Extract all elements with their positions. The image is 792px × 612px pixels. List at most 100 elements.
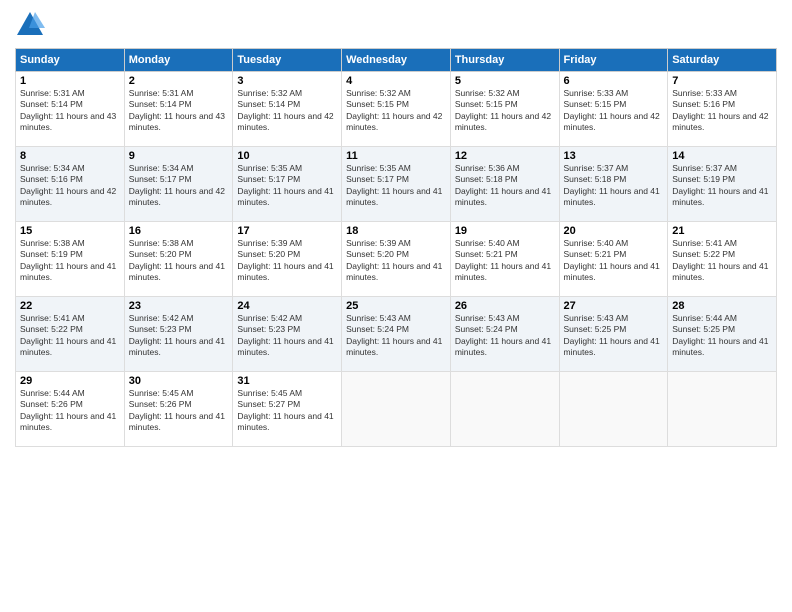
day-info: Sunrise: 5:38 AMSunset: 5:20 PMDaylight:… bbox=[129, 238, 225, 282]
day-number: 25 bbox=[346, 300, 446, 312]
calendar-day-cell: 13 Sunrise: 5:37 AMSunset: 5:18 PMDaylig… bbox=[559, 147, 668, 222]
calendar-table: SundayMondayTuesdayWednesdayThursdayFrid… bbox=[15, 48, 777, 447]
weekday-header-cell: Friday bbox=[559, 49, 668, 72]
day-number: 28 bbox=[672, 300, 772, 312]
calendar-day-cell: 7 Sunrise: 5:33 AMSunset: 5:16 PMDayligh… bbox=[668, 72, 777, 147]
calendar-day-cell: 11 Sunrise: 5:35 AMSunset: 5:17 PMDaylig… bbox=[342, 147, 451, 222]
calendar-day-cell: 1 Sunrise: 5:31 AMSunset: 5:14 PMDayligh… bbox=[16, 72, 125, 147]
day-info: Sunrise: 5:43 AMSunset: 5:25 PMDaylight:… bbox=[564, 313, 660, 357]
day-info: Sunrise: 5:38 AMSunset: 5:19 PMDaylight:… bbox=[20, 238, 116, 282]
day-number: 1 bbox=[20, 75, 120, 87]
calendar-day-cell: 21 Sunrise: 5:41 AMSunset: 5:22 PMDaylig… bbox=[668, 222, 777, 297]
day-info: Sunrise: 5:34 AMSunset: 5:16 PMDaylight:… bbox=[20, 163, 116, 207]
day-info: Sunrise: 5:44 AMSunset: 5:25 PMDaylight:… bbox=[672, 313, 768, 357]
day-number: 14 bbox=[672, 150, 772, 162]
day-info: Sunrise: 5:33 AMSunset: 5:16 PMDaylight:… bbox=[672, 88, 768, 132]
day-number: 29 bbox=[20, 375, 120, 387]
calendar-day-cell: 19 Sunrise: 5:40 AMSunset: 5:21 PMDaylig… bbox=[450, 222, 559, 297]
weekday-header-row: SundayMondayTuesdayWednesdayThursdayFrid… bbox=[16, 49, 777, 72]
day-number: 4 bbox=[346, 75, 446, 87]
calendar-body: 1 Sunrise: 5:31 AMSunset: 5:14 PMDayligh… bbox=[16, 72, 777, 447]
day-number: 13 bbox=[564, 150, 664, 162]
calendar-day-cell bbox=[668, 372, 777, 447]
calendar-week-row: 29 Sunrise: 5:44 AMSunset: 5:26 PMDaylig… bbox=[16, 372, 777, 447]
day-info: Sunrise: 5:41 AMSunset: 5:22 PMDaylight:… bbox=[672, 238, 768, 282]
day-number: 12 bbox=[455, 150, 555, 162]
day-number: 2 bbox=[129, 75, 229, 87]
calendar-day-cell: 2 Sunrise: 5:31 AMSunset: 5:14 PMDayligh… bbox=[124, 72, 233, 147]
calendar-day-cell: 16 Sunrise: 5:38 AMSunset: 5:20 PMDaylig… bbox=[124, 222, 233, 297]
day-info: Sunrise: 5:42 AMSunset: 5:23 PMDaylight:… bbox=[129, 313, 225, 357]
day-info: Sunrise: 5:31 AMSunset: 5:14 PMDaylight:… bbox=[129, 88, 225, 132]
calendar-day-cell: 29 Sunrise: 5:44 AMSunset: 5:26 PMDaylig… bbox=[16, 372, 125, 447]
weekday-header-cell: Saturday bbox=[668, 49, 777, 72]
calendar-day-cell bbox=[559, 372, 668, 447]
day-info: Sunrise: 5:35 AMSunset: 5:17 PMDaylight:… bbox=[346, 163, 442, 207]
weekday-header-cell: Wednesday bbox=[342, 49, 451, 72]
day-number: 9 bbox=[129, 150, 229, 162]
day-info: Sunrise: 5:32 AMSunset: 5:15 PMDaylight:… bbox=[346, 88, 442, 132]
day-info: Sunrise: 5:43 AMSunset: 5:24 PMDaylight:… bbox=[346, 313, 442, 357]
calendar-day-cell: 27 Sunrise: 5:43 AMSunset: 5:25 PMDaylig… bbox=[559, 297, 668, 372]
calendar-day-cell: 12 Sunrise: 5:36 AMSunset: 5:18 PMDaylig… bbox=[450, 147, 559, 222]
calendar-day-cell: 20 Sunrise: 5:40 AMSunset: 5:21 PMDaylig… bbox=[559, 222, 668, 297]
day-number: 16 bbox=[129, 225, 229, 237]
day-number: 7 bbox=[672, 75, 772, 87]
calendar-day-cell bbox=[450, 372, 559, 447]
weekday-header-cell: Sunday bbox=[16, 49, 125, 72]
day-info: Sunrise: 5:41 AMSunset: 5:22 PMDaylight:… bbox=[20, 313, 116, 357]
calendar-week-row: 1 Sunrise: 5:31 AMSunset: 5:14 PMDayligh… bbox=[16, 72, 777, 147]
day-number: 31 bbox=[237, 375, 337, 387]
day-info: Sunrise: 5:36 AMSunset: 5:18 PMDaylight:… bbox=[455, 163, 551, 207]
day-info: Sunrise: 5:45 AMSunset: 5:27 PMDaylight:… bbox=[237, 388, 333, 432]
day-number: 3 bbox=[237, 75, 337, 87]
calendar-week-row: 22 Sunrise: 5:41 AMSunset: 5:22 PMDaylig… bbox=[16, 297, 777, 372]
calendar-day-cell: 17 Sunrise: 5:39 AMSunset: 5:20 PMDaylig… bbox=[233, 222, 342, 297]
day-number: 22 bbox=[20, 300, 120, 312]
calendar-day-cell: 3 Sunrise: 5:32 AMSunset: 5:14 PMDayligh… bbox=[233, 72, 342, 147]
calendar-day-cell: 25 Sunrise: 5:43 AMSunset: 5:24 PMDaylig… bbox=[342, 297, 451, 372]
day-number: 19 bbox=[455, 225, 555, 237]
calendar-day-cell: 9 Sunrise: 5:34 AMSunset: 5:17 PMDayligh… bbox=[124, 147, 233, 222]
calendar-week-row: 8 Sunrise: 5:34 AMSunset: 5:16 PMDayligh… bbox=[16, 147, 777, 222]
calendar-day-cell: 4 Sunrise: 5:32 AMSunset: 5:15 PMDayligh… bbox=[342, 72, 451, 147]
calendar-day-cell: 31 Sunrise: 5:45 AMSunset: 5:27 PMDaylig… bbox=[233, 372, 342, 447]
day-number: 21 bbox=[672, 225, 772, 237]
weekday-header-cell: Monday bbox=[124, 49, 233, 72]
day-info: Sunrise: 5:33 AMSunset: 5:15 PMDaylight:… bbox=[564, 88, 660, 132]
calendar-day-cell: 30 Sunrise: 5:45 AMSunset: 5:26 PMDaylig… bbox=[124, 372, 233, 447]
calendar-week-row: 15 Sunrise: 5:38 AMSunset: 5:19 PMDaylig… bbox=[16, 222, 777, 297]
day-info: Sunrise: 5:43 AMSunset: 5:24 PMDaylight:… bbox=[455, 313, 551, 357]
day-number: 10 bbox=[237, 150, 337, 162]
day-info: Sunrise: 5:45 AMSunset: 5:26 PMDaylight:… bbox=[129, 388, 225, 432]
calendar-day-cell: 28 Sunrise: 5:44 AMSunset: 5:25 PMDaylig… bbox=[668, 297, 777, 372]
day-number: 8 bbox=[20, 150, 120, 162]
day-number: 15 bbox=[20, 225, 120, 237]
day-info: Sunrise: 5:37 AMSunset: 5:18 PMDaylight:… bbox=[564, 163, 660, 207]
calendar-day-cell: 24 Sunrise: 5:42 AMSunset: 5:23 PMDaylig… bbox=[233, 297, 342, 372]
day-info: Sunrise: 5:34 AMSunset: 5:17 PMDaylight:… bbox=[129, 163, 225, 207]
day-number: 30 bbox=[129, 375, 229, 387]
day-info: Sunrise: 5:31 AMSunset: 5:14 PMDaylight:… bbox=[20, 88, 116, 132]
day-number: 26 bbox=[455, 300, 555, 312]
page-container: SundayMondayTuesdayWednesdayThursdayFrid… bbox=[0, 0, 792, 612]
day-number: 18 bbox=[346, 225, 446, 237]
calendar-day-cell: 5 Sunrise: 5:32 AMSunset: 5:15 PMDayligh… bbox=[450, 72, 559, 147]
calendar-day-cell: 14 Sunrise: 5:37 AMSunset: 5:19 PMDaylig… bbox=[668, 147, 777, 222]
weekday-header-cell: Thursday bbox=[450, 49, 559, 72]
day-number: 5 bbox=[455, 75, 555, 87]
calendar-day-cell: 26 Sunrise: 5:43 AMSunset: 5:24 PMDaylig… bbox=[450, 297, 559, 372]
day-number: 6 bbox=[564, 75, 664, 87]
calendar-day-cell: 6 Sunrise: 5:33 AMSunset: 5:15 PMDayligh… bbox=[559, 72, 668, 147]
logo bbox=[15, 10, 49, 40]
day-info: Sunrise: 5:32 AMSunset: 5:14 PMDaylight:… bbox=[237, 88, 333, 132]
day-number: 17 bbox=[237, 225, 337, 237]
calendar-day-cell bbox=[342, 372, 451, 447]
day-info: Sunrise: 5:32 AMSunset: 5:15 PMDaylight:… bbox=[455, 88, 551, 132]
calendar-day-cell: 8 Sunrise: 5:34 AMSunset: 5:16 PMDayligh… bbox=[16, 147, 125, 222]
day-info: Sunrise: 5:39 AMSunset: 5:20 PMDaylight:… bbox=[346, 238, 442, 282]
day-number: 11 bbox=[346, 150, 446, 162]
day-info: Sunrise: 5:37 AMSunset: 5:19 PMDaylight:… bbox=[672, 163, 768, 207]
day-info: Sunrise: 5:39 AMSunset: 5:20 PMDaylight:… bbox=[237, 238, 333, 282]
page-header bbox=[15, 10, 777, 40]
